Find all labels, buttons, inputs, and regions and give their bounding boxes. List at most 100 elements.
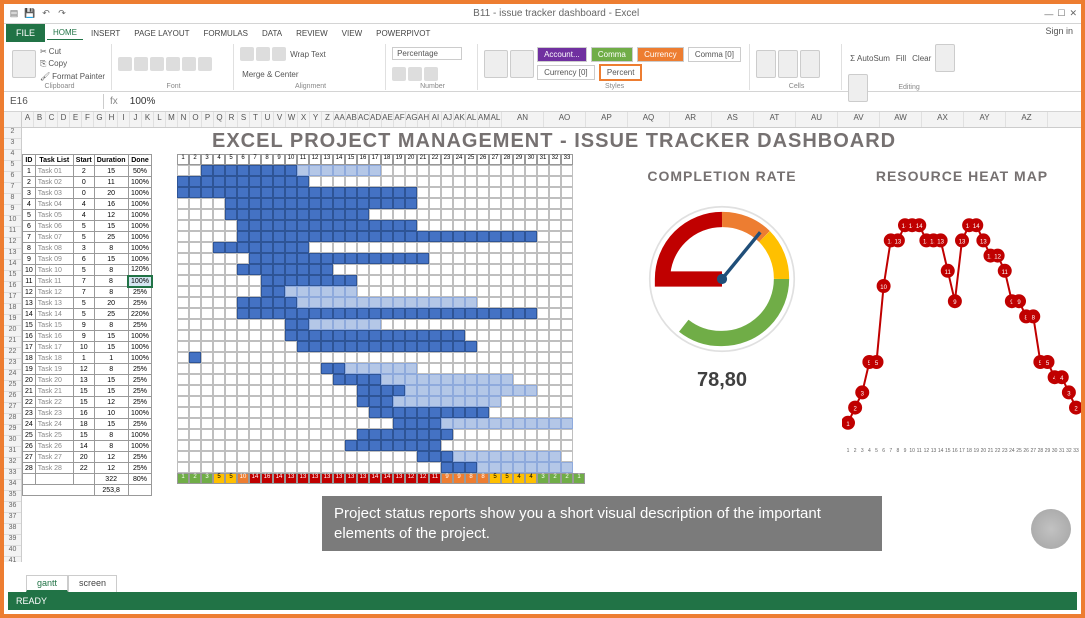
- formula-bar[interactable]: 100%: [124, 94, 1081, 109]
- row-header[interactable]: 34: [4, 480, 21, 491]
- row-header[interactable]: 21: [4, 337, 21, 348]
- row-header[interactable]: 7: [4, 183, 21, 194]
- col-header[interactable]: N: [178, 112, 190, 127]
- tab-formulas[interactable]: FORMULAS: [198, 27, 254, 40]
- table-row[interactable]: 9Task 09615100%: [23, 254, 152, 265]
- col-header[interactable]: U: [262, 112, 274, 127]
- col-header[interactable]: AX: [922, 112, 964, 127]
- number-format-select[interactable]: Percentage: [392, 47, 462, 60]
- col-header[interactable]: A: [22, 112, 34, 127]
- percent-icon[interactable]: [408, 67, 422, 81]
- row-header[interactable]: 15: [4, 271, 21, 282]
- name-box[interactable]: E16: [4, 94, 104, 109]
- table-row[interactable]: 19Task 1912825%: [23, 364, 152, 375]
- row-header[interactable]: 32: [4, 458, 21, 469]
- conditional-formatting-button[interactable]: [484, 50, 508, 78]
- row-header[interactable]: 35: [4, 491, 21, 502]
- col-header[interactable]: S: [238, 112, 250, 127]
- row-header[interactable]: 6: [4, 172, 21, 183]
- table-row[interactable]: 12Task 127825%: [23, 287, 152, 298]
- select-all-corner[interactable]: [4, 112, 22, 127]
- col-header[interactable]: P: [202, 112, 214, 127]
- col-header[interactable]: Q: [214, 112, 226, 127]
- row-header[interactable]: 12: [4, 238, 21, 249]
- table-row[interactable]: 8Task 0838100%: [23, 243, 152, 254]
- sort-filter-button[interactable]: [935, 44, 955, 72]
- col-header[interactable]: AC: [358, 112, 370, 127]
- table-row[interactable]: 21Task 21151525%: [23, 386, 152, 397]
- style-currency0[interactable]: Currency [0]: [537, 65, 595, 80]
- col-header[interactable]: AT: [754, 112, 796, 127]
- col-header[interactable]: E: [70, 112, 82, 127]
- fx-icon[interactable]: fx: [104, 96, 124, 107]
- row-header[interactable]: 11: [4, 227, 21, 238]
- col-header[interactable]: Z: [322, 112, 334, 127]
- style-comma0[interactable]: Comma [0]: [688, 47, 741, 62]
- col-header[interactable]: K: [142, 112, 154, 127]
- tab-review[interactable]: REVIEW: [290, 27, 334, 40]
- col-header[interactable]: AU: [796, 112, 838, 127]
- col-header[interactable]: V: [274, 112, 286, 127]
- style-percent[interactable]: Percent: [599, 64, 643, 81]
- autosum-button[interactable]: ΣAutoSum: [848, 53, 892, 64]
- row-header[interactable]: 8: [4, 194, 21, 205]
- col-header[interactable]: B: [34, 112, 46, 127]
- row-header[interactable]: 19: [4, 315, 21, 326]
- col-header[interactable]: Y: [310, 112, 322, 127]
- col-header[interactable]: AP: [586, 112, 628, 127]
- table-row[interactable]: 7Task 07525100%: [23, 232, 152, 243]
- col-header[interactable]: AS: [712, 112, 754, 127]
- sign-in-link[interactable]: Sign in: [1045, 26, 1073, 36]
- row-header[interactable]: 9: [4, 205, 21, 216]
- col-header[interactable]: J: [130, 112, 142, 127]
- tab-page-layout[interactable]: PAGE LAYOUT: [128, 27, 195, 40]
- merge-button[interactable]: Merge & Center: [240, 69, 300, 80]
- cut-button[interactable]: ✂Cut: [38, 46, 107, 57]
- table-row[interactable]: 27Task 27201225%: [23, 452, 152, 463]
- col-header[interactable]: AI: [430, 112, 442, 127]
- table-row[interactable]: 24Task 24181525%: [23, 419, 152, 430]
- fill-button[interactable]: Fill: [894, 53, 908, 64]
- row-header[interactable]: 26: [4, 392, 21, 403]
- bold-icon[interactable]: [118, 57, 132, 71]
- col-header[interactable]: AA: [334, 112, 346, 127]
- row-header[interactable]: 24: [4, 370, 21, 381]
- row-header[interactable]: 28: [4, 414, 21, 425]
- table-row[interactable]: 17Task 171015100%: [23, 342, 152, 353]
- row-header[interactable]: 5: [4, 161, 21, 172]
- sheet-tab-gantt[interactable]: gantt: [26, 575, 68, 592]
- table-row[interactable]: 10Task 1058120%: [23, 265, 152, 276]
- col-header[interactable]: T: [250, 112, 262, 127]
- delete-cells-button[interactable]: [778, 50, 798, 78]
- tab-home[interactable]: HOME: [47, 26, 83, 40]
- font-color-icon[interactable]: [198, 57, 212, 71]
- table-row[interactable]: 11Task 1178100%: [23, 276, 152, 287]
- table-row[interactable]: 13Task 1352025%: [23, 298, 152, 309]
- col-header[interactable]: AN: [502, 112, 544, 127]
- row-header[interactable]: 27: [4, 403, 21, 414]
- col-header[interactable]: X: [298, 112, 310, 127]
- col-header[interactable]: AQ: [628, 112, 670, 127]
- row-header[interactable]: 10: [4, 216, 21, 227]
- row-header[interactable]: 22: [4, 348, 21, 359]
- row-header[interactable]: 41: [4, 557, 21, 562]
- border-icon[interactable]: [166, 57, 180, 71]
- col-header[interactable]: AF: [394, 112, 406, 127]
- col-header[interactable]: AB: [346, 112, 358, 127]
- col-header[interactable]: H: [106, 112, 118, 127]
- table-row[interactable]: 2Task 02011100%: [23, 177, 152, 188]
- row-header[interactable]: 13: [4, 249, 21, 260]
- table-row[interactable]: 16Task 16915100%: [23, 331, 152, 342]
- row-header[interactable]: 29: [4, 425, 21, 436]
- table-row[interactable]: 5Task 05412100%: [23, 210, 152, 221]
- col-header[interactable]: AW: [880, 112, 922, 127]
- col-header[interactable]: AH: [418, 112, 430, 127]
- tab-file[interactable]: FILE: [6, 24, 45, 42]
- comma-icon[interactable]: [424, 67, 438, 81]
- minimize-icon[interactable]: —: [1044, 9, 1053, 19]
- table-row[interactable]: 28Task 28221225%: [23, 463, 152, 474]
- italic-icon[interactable]: [134, 57, 148, 71]
- col-header[interactable]: AL: [490, 112, 502, 127]
- row-header[interactable]: 4: [4, 150, 21, 161]
- align-right-icon[interactable]: [272, 47, 286, 61]
